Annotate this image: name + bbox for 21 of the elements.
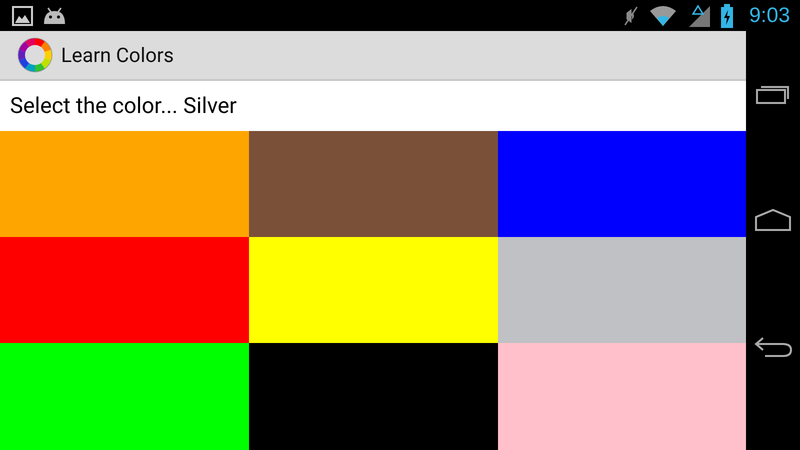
home-icon[interactable] bbox=[754, 208, 792, 232]
color-tile[interactable] bbox=[0, 237, 249, 343]
color-tile[interactable] bbox=[249, 343, 498, 450]
color-prompt: Select the color... Silver bbox=[9, 92, 238, 120]
color-tile[interactable] bbox=[0, 131, 249, 237]
wifi-icon bbox=[649, 4, 678, 26]
app-title: Learn Colors bbox=[61, 43, 174, 67]
battery-icon bbox=[721, 4, 734, 28]
color-tile[interactable] bbox=[498, 131, 746, 237]
signal-icon bbox=[687, 4, 712, 28]
color-tile[interactable] bbox=[249, 131, 498, 237]
muted-icon bbox=[623, 4, 640, 26]
color-wheel-icon bbox=[17, 37, 53, 73]
image-icon bbox=[12, 6, 33, 26]
android-icon bbox=[43, 7, 66, 24]
back-icon[interactable] bbox=[753, 334, 793, 358]
color-tile[interactable] bbox=[249, 237, 498, 343]
color-tile[interactable] bbox=[498, 237, 746, 343]
color-tile[interactable] bbox=[0, 343, 249, 450]
color-tile[interactable] bbox=[498, 343, 746, 450]
clock-time: 9:03 bbox=[749, 4, 790, 28]
